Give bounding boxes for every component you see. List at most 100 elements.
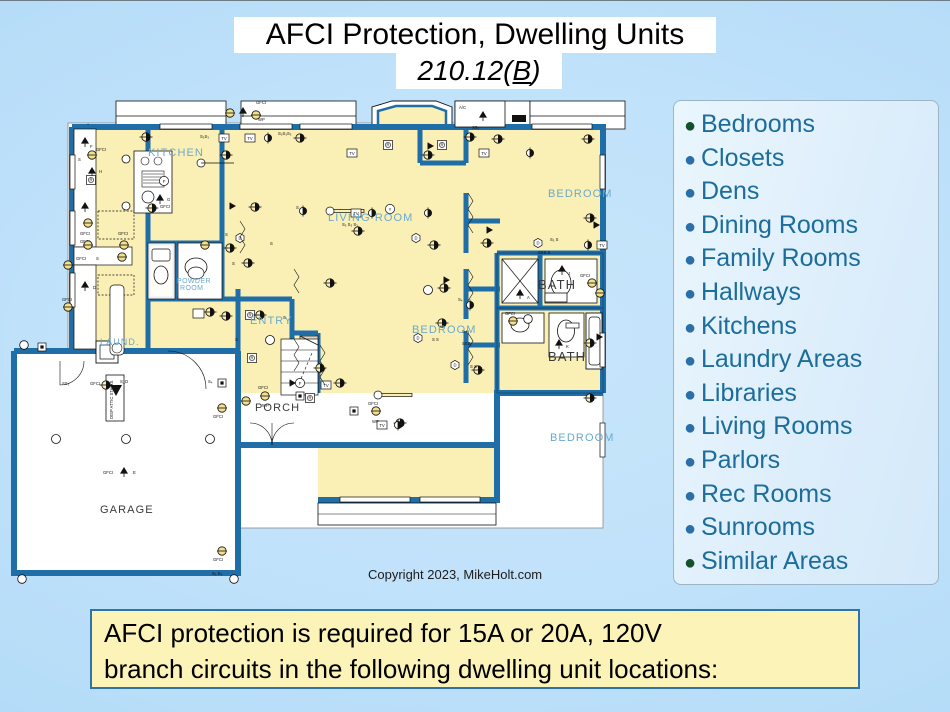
room-label-bedroom-1: BEDROOM [548,188,613,200]
callout-line-2: branch circuits in the following dwellin… [104,654,719,684]
list-item: ● Family Rooms [684,244,938,278]
list-item-label: Closets [701,143,785,172]
bullet-icon: ● [684,115,697,137]
svg-text:E: E [133,470,136,475]
svg-text:S₃ S: S₃ S [550,237,559,242]
svg-text:S: S [225,232,228,237]
bullet-icon: ● [684,215,697,238]
svg-text:D: D [93,285,96,290]
copyright-text: Copyright 2023, MikeHolt.com [368,567,543,582]
room-label-entry: ENTRY [250,315,293,327]
svg-text:WP: WP [258,117,265,122]
list-item-label: Sunrooms [701,513,815,542]
list-item-label: Libraries [701,378,797,407]
list-item-label: Bedrooms [701,110,815,138]
bullet-icon: ● [684,350,697,373]
svg-text:SS₃: SS₃ [472,125,480,130]
room-label-powder: POWDER [177,278,211,285]
list-item: ● Bedrooms [684,110,938,144]
room-label-laundry: LAUND. [100,337,140,347]
svg-text:S₃ S₃: S₃ S₃ [212,571,222,576]
bullet-icon: ● [684,316,697,339]
page-title: AFCI Protection, Dwelling Units [234,17,716,53]
list-item: ● Parlors [684,446,938,480]
svg-text:GFCI: GFCI [103,470,113,475]
list-item: ● Libraries [684,379,938,413]
svg-text:S₄: S₄ [458,297,463,302]
bullet-icon: ● [684,383,697,406]
svg-text:S: S [270,241,273,246]
svg-text:G: G [167,197,170,202]
svg-text:GFCI: GFCI [160,204,170,209]
svg-text:GFCI: GFCI [80,231,90,236]
svg-text:S S: S S [432,337,439,342]
svg-text:SSS: SSS [462,341,471,346]
svg-text:S: S [296,205,299,210]
svg-text:H: H [99,169,102,174]
room-label-bedroom-3: BEDROOM [550,432,615,444]
list-item: ● Rec Rooms [684,480,938,514]
list-item: ● Similar Areas [684,547,938,581]
svg-text:A/C: A/C [459,105,466,110]
svg-text:S: S [78,157,81,162]
list-item: ● Living Rooms [684,412,938,446]
svg-text:SSS S: SSS S [538,250,551,255]
list-item-label: Hallways [701,277,802,306]
callout-box: AFCI protection is required for 15A or 2… [90,609,860,689]
room-label-powder-room: ROOM [180,285,203,292]
bullet-icon: ● [684,484,697,507]
list-item: ● Closets [684,144,938,178]
svg-text:A: A [527,295,530,300]
bullet-icon: ● [684,249,697,272]
room-label-porch: PORCH [255,402,300,414]
svg-text:GFCI: GFCI [76,256,86,261]
svg-text:S₃S₃S₃: S₃S₃S₃ [278,131,292,136]
list-item-label: Rec Rooms [701,479,832,508]
list-item-label: Kitchens [701,311,797,340]
slide-canvas: AFCI Protection, Dwelling Units 210.12(B… [0,0,950,712]
svg-text:F: F [90,144,93,149]
svg-text:GFCI: GFCI [213,557,223,562]
svg-text:GFCI: GFCI [90,381,100,386]
svg-text:SS₃: SS₃ [62,381,70,386]
svg-text:GFCI: GFCI [62,297,72,302]
subtitle-prefix: 210.12( [417,55,513,86]
room-label-bath-2: BATH [548,349,586,364]
subtitle-underlined: B [512,55,532,86]
svg-text:GFCI: GFCI [368,401,378,406]
svg-text:GFCI: GFCI [505,311,515,316]
svg-text:GFCI: GFCI [118,231,128,236]
list-item: ● Hallways [684,278,938,312]
list-item: ● Kitchens [684,312,938,346]
list-item-label: Dining Rooms [701,210,859,239]
svg-text:WP: WP [372,419,379,424]
list-item-label: Parlors [701,445,781,474]
callout-line-1: AFCI protection is required for 15A or 2… [104,618,662,648]
svg-text:S₃S₃: S₃S₃ [200,134,209,139]
bullet-icon: ● [684,450,697,473]
list-item: ● Laundry Areas [684,345,938,379]
room-label-garage: GARAGE [100,504,154,516]
svg-text:S: S [235,337,238,342]
svg-text:S S: S S [470,364,477,369]
list-item-label: Family Rooms [701,244,861,273]
page-subtitle: 210.12(B) [396,53,562,89]
list-item: ● Sunrooms [684,513,938,547]
svg-text:GFCI: GFCI [580,273,590,278]
room-label-living-room: LIVING ROOM [328,212,413,224]
bullet-icon: ● [684,182,697,205]
list-item: ● Dens [684,177,938,211]
list-item: ● Dining Rooms [684,211,938,245]
svg-text:S₄: S₄ [208,379,213,384]
subtitle-suffix: ) [531,55,541,86]
svg-text:S_D: S_D [120,379,128,384]
svg-text:J: J [568,271,570,276]
bullet-icon: ● [684,282,697,305]
bullet-icon: ● [684,417,697,440]
svg-text:GFCI: GFCI [256,100,266,105]
list-item-label: Dens [701,177,760,206]
svg-text:GFCI: GFCI [258,385,268,390]
list-item-label: Similar Areas [701,546,849,575]
room-label-bath-1: BATH [538,277,576,292]
floorplan-diagram: TV R D F Y [0,93,680,603]
